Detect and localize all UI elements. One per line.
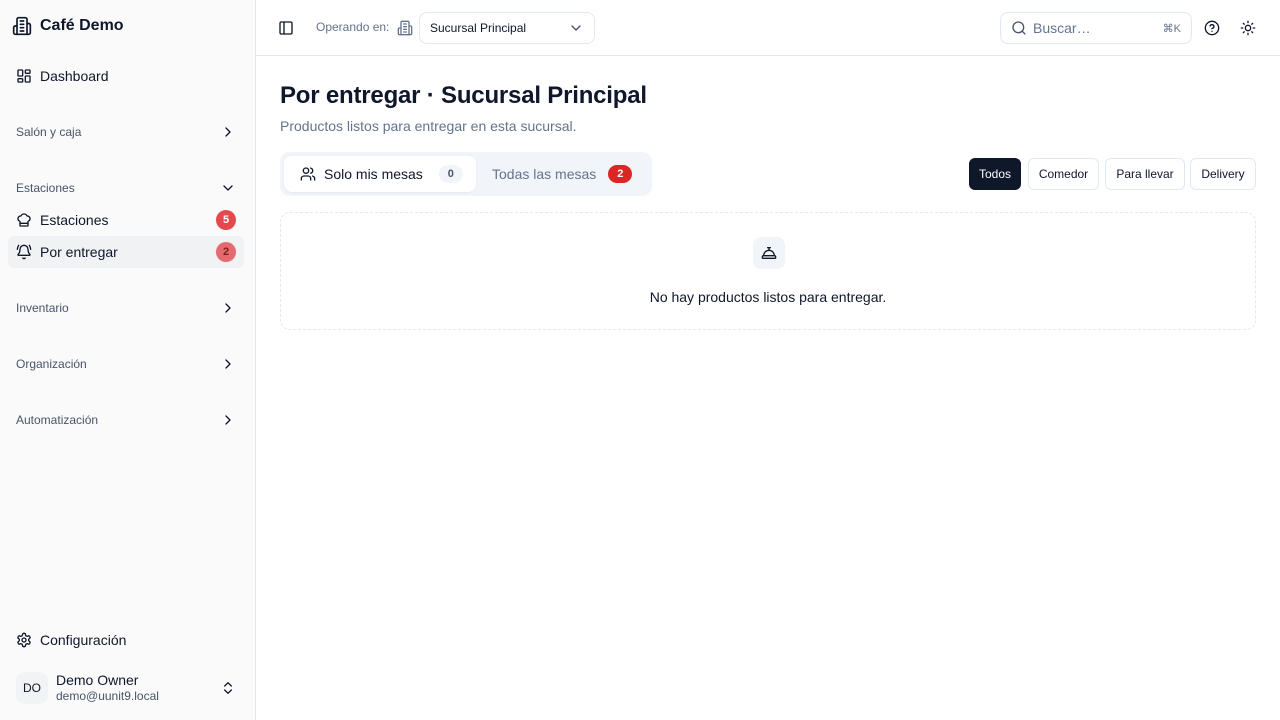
empty-state: No hay productos listos para entregar. <box>280 212 1256 330</box>
search-input[interactable] <box>1033 20 1153 36</box>
top-bar: Operando en: Sucursal Principal ⌘K <box>256 0 1280 56</box>
dashboard-icon <box>16 68 32 84</box>
count-badge: 5 <box>216 210 236 230</box>
sidebar-group-salon[interactable]: Salón y caja <box>8 116 244 148</box>
page-subtitle: Productos listos para entregar en esta s… <box>280 118 577 134</box>
sidebar-group-automatizacion[interactable]: Automatización <box>8 404 244 436</box>
search-box[interactable]: ⌘K <box>1000 12 1192 44</box>
sidebar-item-por-entregar[interactable]: Por entregar 2 <box>8 236 244 268</box>
group-label: Salón y caja <box>16 125 82 139</box>
table-scope-tabs: Solo mis mesas 0 Todas las mesas 2 <box>280 152 652 196</box>
filter-delivery-button[interactable]: Delivery <box>1190 158 1256 190</box>
tab-count: 2 <box>608 165 633 183</box>
sidebar-group-inventario[interactable]: Inventario <box>8 292 244 324</box>
page-title: Por entregar · Sucursal Principal <box>280 82 647 109</box>
filter-todos-button[interactable]: Todos <box>969 158 1021 190</box>
group-label: Inventario <box>16 301 69 315</box>
search-shortcut: ⌘K <box>1162 22 1181 35</box>
group-label: Estaciones <box>16 181 75 195</box>
users-icon <box>300 166 316 182</box>
tab-solo-mis-mesas[interactable]: Solo mis mesas 0 <box>284 156 476 192</box>
gear-icon <box>16 632 32 648</box>
theme-toggle-button[interactable] <box>1236 16 1260 40</box>
filter-comedor-button[interactable]: Comedor <box>1028 158 1099 190</box>
sidebar-toggle-button[interactable] <box>276 16 296 40</box>
brand-name: Café Demo <box>40 17 124 34</box>
sidebar: Café Demo Dashboard Salón y caja Estacio… <box>0 0 256 720</box>
group-label: Organización <box>16 357 87 371</box>
filter-para-llevar-button[interactable]: Para llevar <box>1105 158 1185 190</box>
chevron-right-icon <box>220 300 236 316</box>
sidebar-item-dashboard[interactable]: Dashboard <box>8 60 244 92</box>
chevron-down-icon <box>568 20 584 36</box>
empty-state-message: No hay productos listos para entregar. <box>649 289 887 305</box>
chevrons-up-down-icon <box>220 680 236 696</box>
count-badge: 2 <box>216 242 236 262</box>
sidebar-item-estaciones[interactable]: Estaciones 5 <box>8 204 244 236</box>
bell-icon <box>16 244 32 260</box>
user-menu[interactable]: DO Demo Owner demo@uunit9.local <box>8 668 244 708</box>
sidebar-item-configuracion[interactable]: Configuración <box>8 624 244 656</box>
avatar: DO <box>16 672 48 704</box>
branch-select[interactable]: Sucursal Principal <box>419 12 595 44</box>
chevron-right-icon <box>220 124 236 140</box>
sidebar-toggle-icon <box>278 20 294 36</box>
help-icon <box>1204 20 1220 36</box>
building-icon <box>12 16 32 36</box>
group-label: Automatización <box>16 413 99 427</box>
tab-count: 0 <box>438 165 463 183</box>
building-icon <box>397 20 413 36</box>
branch-select-value: Sucursal Principal <box>430 21 527 35</box>
tab-label: Solo mis mesas <box>324 166 423 182</box>
tab-todas-las-mesas[interactable]: Todas las mesas 2 <box>492 156 633 192</box>
chevron-right-icon <box>220 356 236 372</box>
brand[interactable]: Café Demo <box>12 14 124 38</box>
chevron-down-icon <box>220 180 236 196</box>
sidebar-group-organizacion[interactable]: Organización <box>8 348 244 380</box>
chef-hat-icon <box>16 212 32 228</box>
concierge-bell-icon <box>753 237 785 269</box>
sidebar-item-label: Configuración <box>40 632 127 648</box>
search-icon <box>1011 20 1027 36</box>
operando-label: Operando en: <box>316 20 390 34</box>
user-name: Demo Owner <box>56 671 139 688</box>
tab-label: Todas las mesas <box>492 166 597 182</box>
sidebar-group-estaciones[interactable]: Estaciones <box>8 172 244 204</box>
sidebar-item-label: Dashboard <box>40 68 109 84</box>
help-button[interactable] <box>1200 16 1224 40</box>
sun-icon <box>1240 20 1256 36</box>
sidebar-item-label: Estaciones <box>40 212 109 228</box>
sidebar-item-label: Por entregar <box>40 244 118 260</box>
user-email: demo@uunit9.local <box>56 689 159 704</box>
chevron-right-icon <box>220 412 236 428</box>
